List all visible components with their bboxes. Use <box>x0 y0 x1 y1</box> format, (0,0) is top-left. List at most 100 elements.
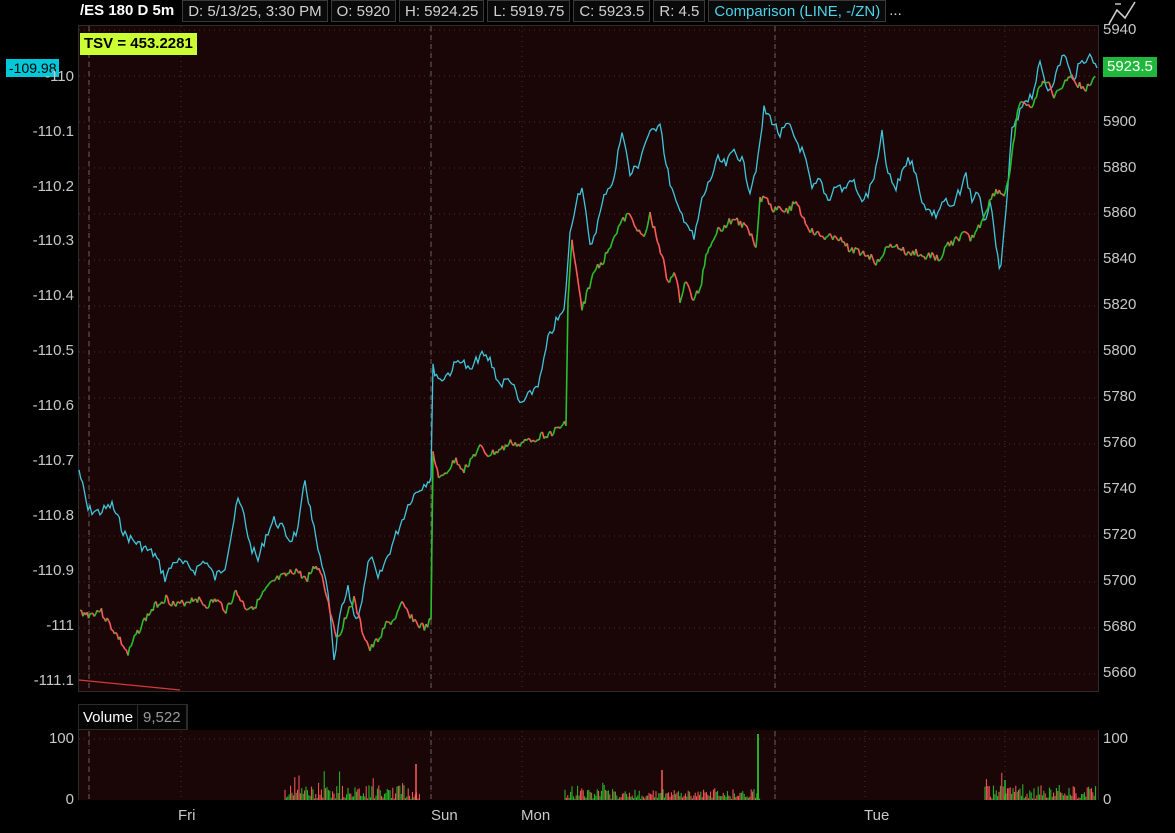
price-bar <box>350 605 353 608</box>
price-bar <box>246 607 250 611</box>
price-bar <box>334 631 338 638</box>
price-bar <box>406 608 410 614</box>
price-bar <box>525 438 529 442</box>
price-bar <box>689 292 693 300</box>
price-bar <box>891 246 894 249</box>
price-bar <box>192 598 196 603</box>
price-bar <box>229 602 233 605</box>
volume-value: 9,522 <box>138 705 187 729</box>
price-bar <box>458 464 462 470</box>
price-bar <box>880 256 883 259</box>
price-bar <box>385 620 388 623</box>
price-bar <box>139 625 143 632</box>
price-bar <box>958 234 962 242</box>
price-bar <box>571 239 575 251</box>
price-bar <box>632 220 636 226</box>
price-bar <box>180 599 184 603</box>
right-axis-tick: 5940 <box>1103 21 1137 38</box>
price-bar <box>1048 82 1052 89</box>
price-bar <box>902 246 906 255</box>
price-bar <box>712 236 716 241</box>
price-bar <box>979 221 983 229</box>
price-bar <box>109 623 113 631</box>
price-bar <box>289 569 293 574</box>
price-bar <box>439 474 443 478</box>
volume-left-tick-zero: 0 <box>65 791 74 808</box>
price-bar <box>640 233 643 236</box>
price-bar <box>306 572 310 583</box>
price-bar <box>814 231 818 236</box>
price-bar <box>872 258 876 264</box>
price-bar <box>1085 83 1089 92</box>
price-bar <box>938 259 941 262</box>
volume-title[interactable]: Volume <box>79 705 139 729</box>
right-axis-tick: 5760 <box>1103 434 1137 451</box>
price-bar <box>346 606 350 614</box>
price-bar <box>140 620 144 626</box>
price-bar <box>638 229 642 235</box>
left-axis-tick: -110.9 <box>32 562 74 579</box>
price-bar <box>940 253 944 259</box>
right-axis-tick: 5840 <box>1103 250 1137 267</box>
price-bar <box>93 613 97 617</box>
price-bar <box>1088 84 1091 87</box>
price-bar <box>538 432 542 441</box>
price-bar <box>255 599 259 609</box>
left-axis-tick: -110.3 <box>32 232 74 249</box>
price-bar <box>380 627 384 638</box>
price-bar <box>337 634 340 637</box>
price-bar <box>769 203 773 211</box>
price-bar <box>960 231 964 236</box>
price-bar <box>1035 89 1039 98</box>
price-bar <box>89 612 92 616</box>
price-bar <box>883 247 887 254</box>
price-bar <box>353 596 357 604</box>
price-bar <box>576 277 580 289</box>
price-bar <box>757 197 761 216</box>
price-bar <box>881 253 885 258</box>
price-bar <box>828 233 832 237</box>
price-bar <box>661 255 665 260</box>
price-bar <box>124 648 127 651</box>
volume-right-tick: 100 <box>1103 730 1129 747</box>
price-bar <box>161 601 164 604</box>
price-bar <box>795 201 799 206</box>
price-bar <box>750 233 754 240</box>
price-bar <box>1089 80 1094 86</box>
price-bar <box>998 189 1002 195</box>
price-bar <box>752 239 756 246</box>
price-bar <box>781 209 784 213</box>
price-bar <box>172 600 176 606</box>
price-bar <box>702 265 706 271</box>
price-bar <box>121 644 124 647</box>
price-bar <box>682 283 686 293</box>
price-bar <box>338 632 342 637</box>
price-bar <box>468 458 472 467</box>
price-bar <box>271 579 274 582</box>
price-bar <box>301 576 304 580</box>
right-axis-tick: 5860 <box>1103 204 1137 221</box>
price-bar <box>765 196 768 200</box>
price-bar <box>1093 75 1096 78</box>
price-bar <box>565 301 569 426</box>
right-axis-tick: 5740 <box>1103 480 1137 497</box>
price-bar <box>686 283 690 288</box>
price-bar <box>391 618 395 622</box>
price-bar <box>152 602 156 612</box>
price-bar <box>509 439 513 444</box>
price-bar <box>1054 89 1058 94</box>
price-bar <box>606 248 610 254</box>
price-bar <box>1012 137 1016 145</box>
price-bar <box>824 236 828 241</box>
price-bar <box>219 601 223 605</box>
trend-line <box>78 679 181 691</box>
price-bar <box>335 635 339 639</box>
price-bar <box>656 241 660 246</box>
right-axis-tick: 5700 <box>1103 572 1137 589</box>
price-bar <box>535 439 539 443</box>
price-bar <box>168 603 171 606</box>
price-bar <box>578 288 582 298</box>
price-bar <box>361 631 365 637</box>
right-axis-tick: 5780 <box>1103 388 1137 405</box>
price-bar <box>676 280 680 289</box>
